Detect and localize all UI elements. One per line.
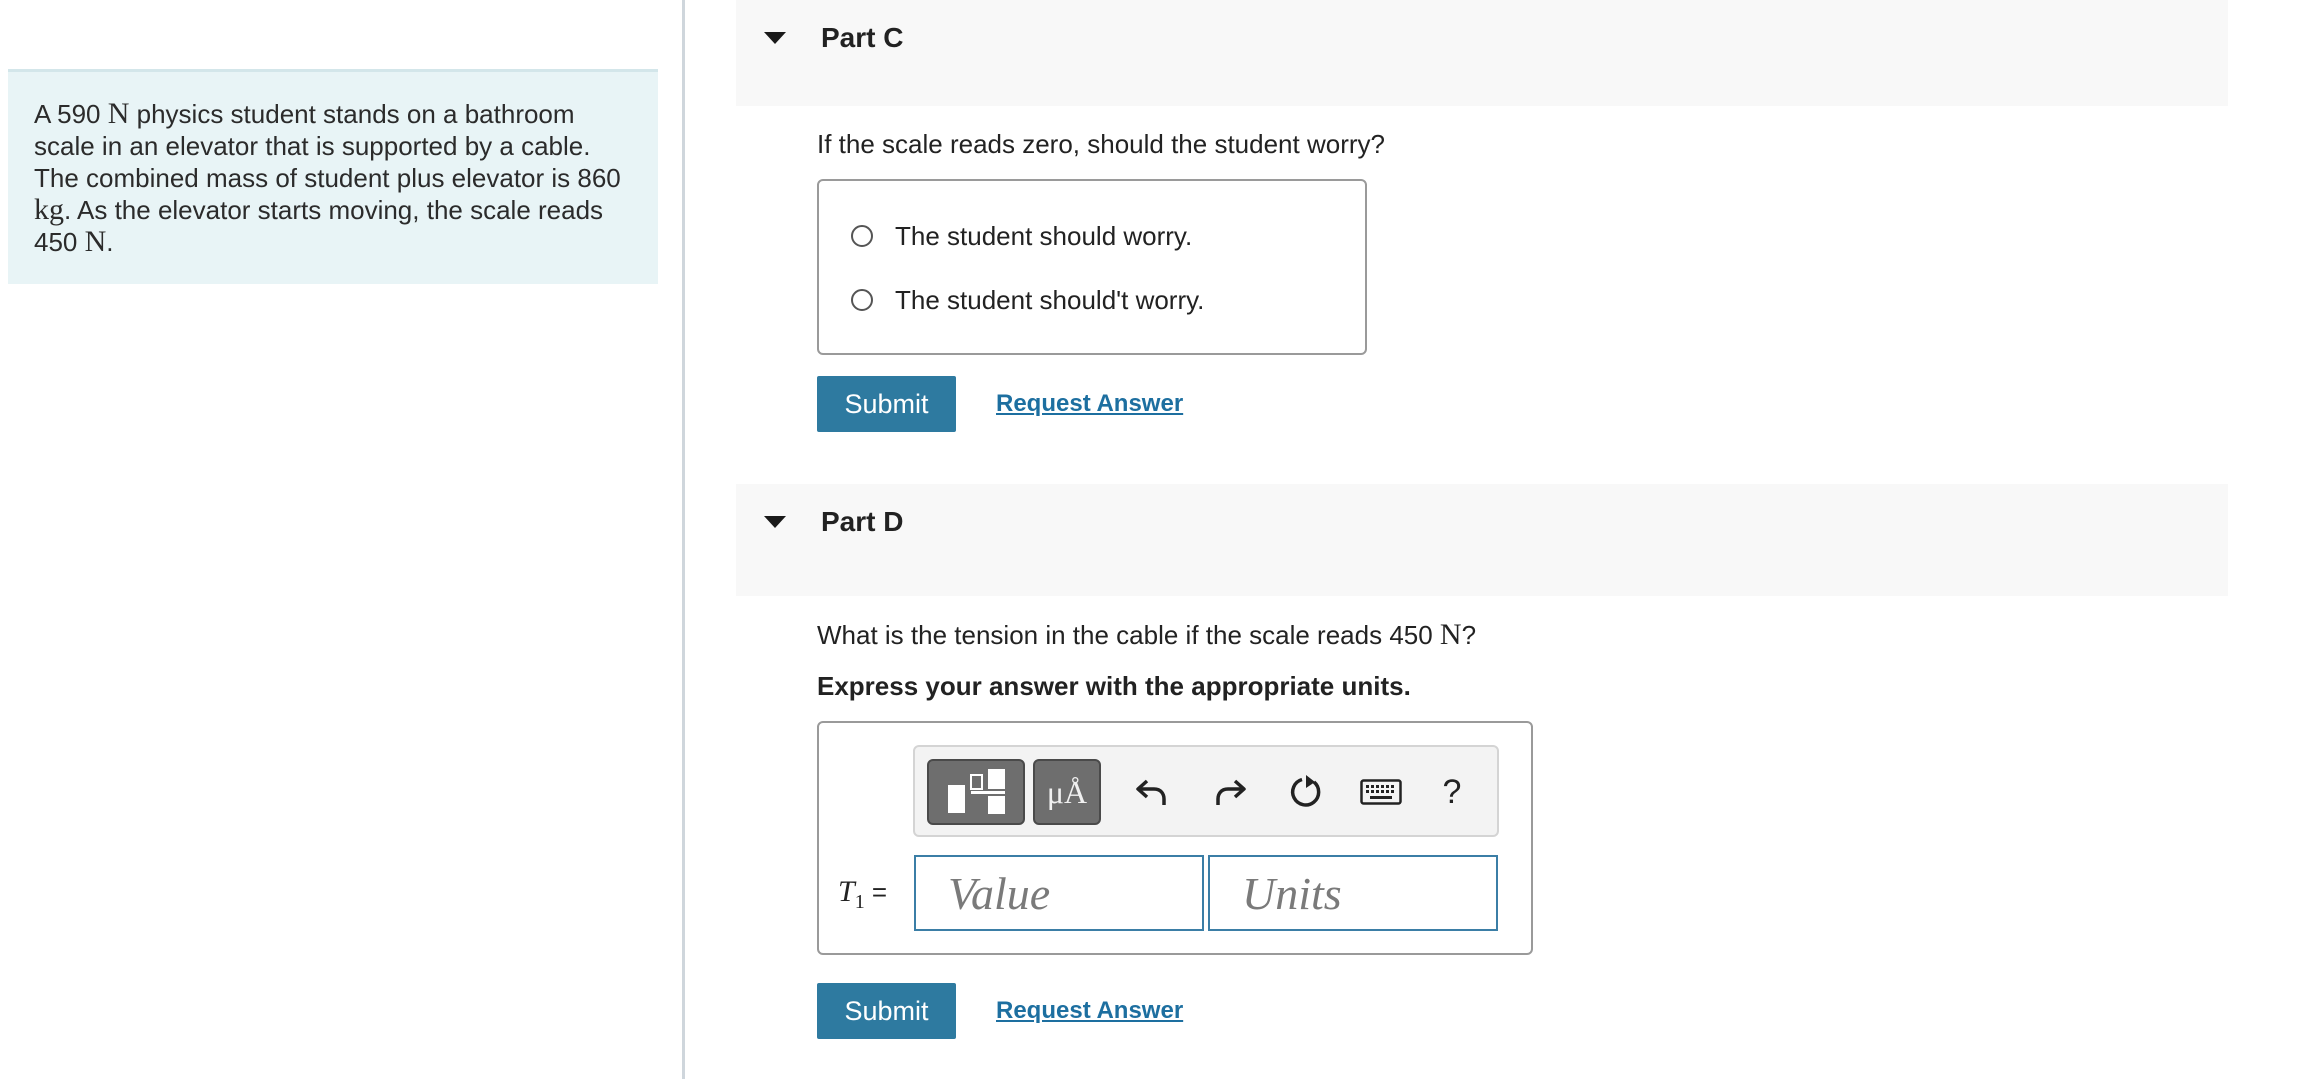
part-c-header[interactable]: Part C — [736, 0, 2228, 106]
variable-subscript: 1 — [854, 891, 865, 913]
unit-newton: N — [1439, 618, 1462, 651]
answer-entry-box: μÅ ? T1 = Value Units — [817, 721, 1533, 955]
unit-newton: N — [107, 97, 130, 130]
collapse-arrow-icon[interactable] — [764, 516, 786, 528]
choice-label: The student should worry. — [895, 220, 1193, 251]
variable-T: T — [838, 875, 855, 908]
part-c-title: Part C — [821, 22, 904, 53]
choice-should-not-worry[interactable]: The student should't worry. — [851, 283, 1204, 317]
math-toolbar: μÅ ? — [913, 745, 1499, 837]
part-d-submit-button[interactable]: Submit — [817, 983, 956, 1039]
units-input[interactable] — [1208, 855, 1498, 931]
undo-icon[interactable] — [1127, 757, 1177, 827]
redo-icon[interactable] — [1205, 757, 1255, 827]
part-d-question: What is the tension in the cable if the … — [817, 618, 1476, 652]
problem-panel: A 590 N physics student stands on a bath… — [0, 0, 682, 1079]
unit-newton: N — [84, 225, 107, 258]
part-c-question: If the scale reads zero, should the stud… — [817, 129, 1385, 159]
reset-icon[interactable] — [1281, 757, 1331, 827]
problem-text: A 590 — [34, 99, 108, 129]
part-d-title: Part D — [821, 506, 904, 537]
answer-variable-label: T1 = — [838, 875, 887, 914]
value-input[interactable] — [914, 855, 1204, 931]
problem-statement: A 590 N physics student stands on a bath… — [8, 69, 658, 284]
problem-text: . As the elevator starts moving, the sca… — [34, 195, 604, 257]
question-text: What is the tension in the cable if the … — [817, 620, 1440, 650]
collapse-arrow-icon[interactable] — [764, 32, 786, 44]
choice-label: The student should't worry. — [895, 284, 1205, 315]
choice-should-worry[interactable]: The student should worry. — [851, 219, 1192, 253]
answer-choices: The student should worry. The student sh… — [817, 179, 1367, 355]
part-c-submit-button[interactable]: Submit — [817, 376, 956, 432]
problem-text: . — [106, 227, 114, 257]
unit-kilogram: kg — [34, 193, 64, 226]
templates-icon[interactable] — [927, 759, 1025, 825]
help-icon[interactable]: ? — [1427, 757, 1477, 827]
symbols-button[interactable]: μÅ — [1033, 759, 1101, 825]
part-d-instruction: Express your answer with the appropriate… — [817, 671, 1411, 701]
radio-button[interactable] — [851, 289, 873, 311]
radio-button[interactable] — [851, 225, 873, 247]
part-d-header[interactable]: Part D — [736, 484, 2228, 596]
equals-sign: = — [864, 877, 888, 907]
question-text: ? — [1461, 620, 1477, 650]
panel-divider[interactable] — [682, 0, 685, 1079]
keyboard-icon[interactable] — [1351, 757, 1411, 827]
part-c-request-answer-link[interactable]: Request Answer — [996, 390, 1183, 418]
part-d-request-answer-link[interactable]: Request Answer — [996, 997, 1183, 1025]
